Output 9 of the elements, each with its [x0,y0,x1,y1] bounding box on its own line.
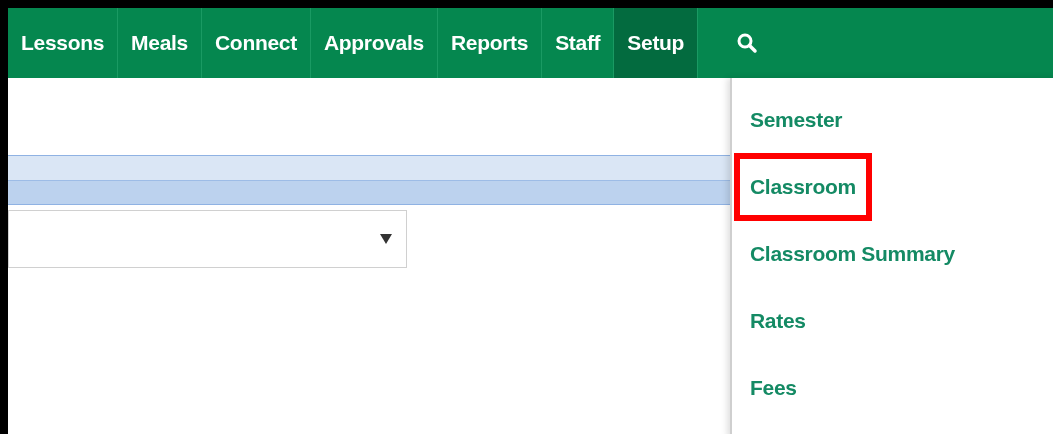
select-field[interactable] [8,210,407,268]
menu-item[interactable]: Fees [750,374,797,402]
menu-item[interactable]: Classroom [734,153,872,221]
menu-item[interactable]: Semester [750,106,843,134]
nav-tab[interactable]: Setup [614,8,699,78]
search-icon[interactable] [736,32,759,54]
menu-item[interactable]: Rates [750,307,806,335]
dropdown-arrow-icon [380,234,392,244]
menu-item[interactable]: Classroom Summary [750,240,955,268]
